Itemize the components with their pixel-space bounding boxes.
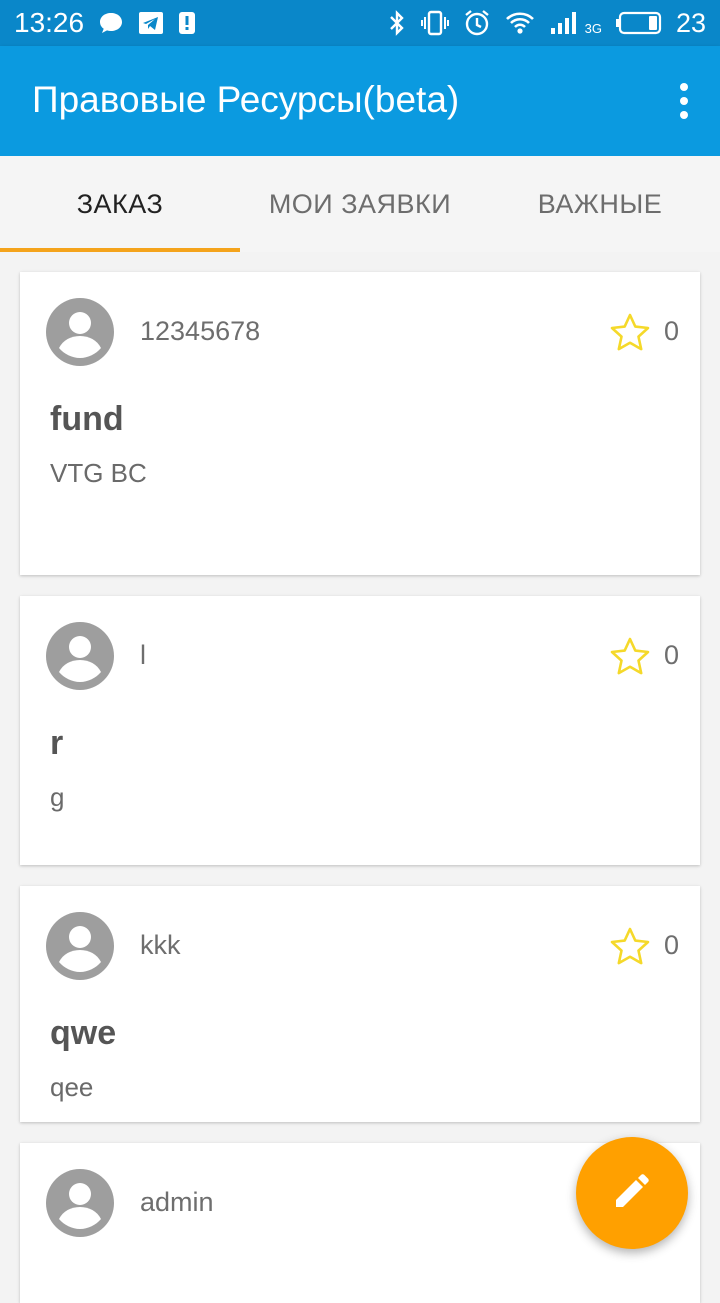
star-icon[interactable] [610,313,650,351]
request-card[interactable]: l 0 r g [20,596,700,865]
card-title: qwe [50,1014,117,1052]
request-card[interactable]: 12345678 0 fund VTG BC [20,272,700,575]
edit-pencil-icon [612,1171,652,1216]
avatar-icon [46,622,114,690]
card-author: 12345678 [140,316,261,346]
app-bar: Правовые Ресурсы(beta) [0,46,720,156]
tab-label: ЗАКАЗ [76,188,164,219]
tab-indicator [0,248,240,252]
card-rating: 0 [664,316,680,346]
tab-bar: ЗАКАЗ МОИ ЗАЯВКИ ВАЖНЫЕ [0,156,720,252]
card-body: VTG BC [50,458,147,488]
chat-icon [98,11,124,35]
status-time: 13:26 [14,7,85,38]
card-author: l [140,640,146,670]
tab-label: МОИ ЗАЯВКИ [268,188,452,219]
tab-important[interactable]: ВАЖНЫЕ [480,156,720,252]
avatar-icon [46,1169,114,1237]
avatar-icon [46,912,114,980]
star-icon[interactable] [610,637,650,675]
card-body: qee [50,1072,94,1102]
card-author: admin [140,1187,214,1217]
bluetooth-icon [387,10,407,36]
avatar-icon [46,298,114,366]
star-icon[interactable] [610,927,650,965]
battery-icon [615,11,662,35]
card-title: r [50,724,64,762]
card-author: kkk [140,930,181,960]
alarm-icon [463,9,491,37]
telegram-icon [138,11,164,35]
edit-fab-button[interactable] [576,1137,688,1249]
card-body: g [50,782,65,812]
vibrate-icon [420,10,449,36]
signal-icon [549,10,583,36]
tab-order[interactable]: ЗАКАЗ [0,156,240,252]
card-rating: 0 [664,930,680,960]
app-title: Правовые Ресурсы(beta) [32,79,460,120]
tab-label: ВАЖНЫЕ [537,188,663,219]
wifi-icon [505,11,535,35]
request-card[interactable]: kkk 0 qwe qee [20,886,700,1122]
battery-level: 23 [675,7,706,38]
alert-icon [178,11,196,35]
tab-my-requests[interactable]: МОИ ЗАЯВКИ [240,156,480,252]
card-rating: 0 [664,640,680,670]
network-type: 3G [584,20,602,36]
status-bar: 13:26 3G 23 [0,0,720,46]
more-vert-icon[interactable] [674,82,694,120]
card-title: fund [50,400,124,438]
